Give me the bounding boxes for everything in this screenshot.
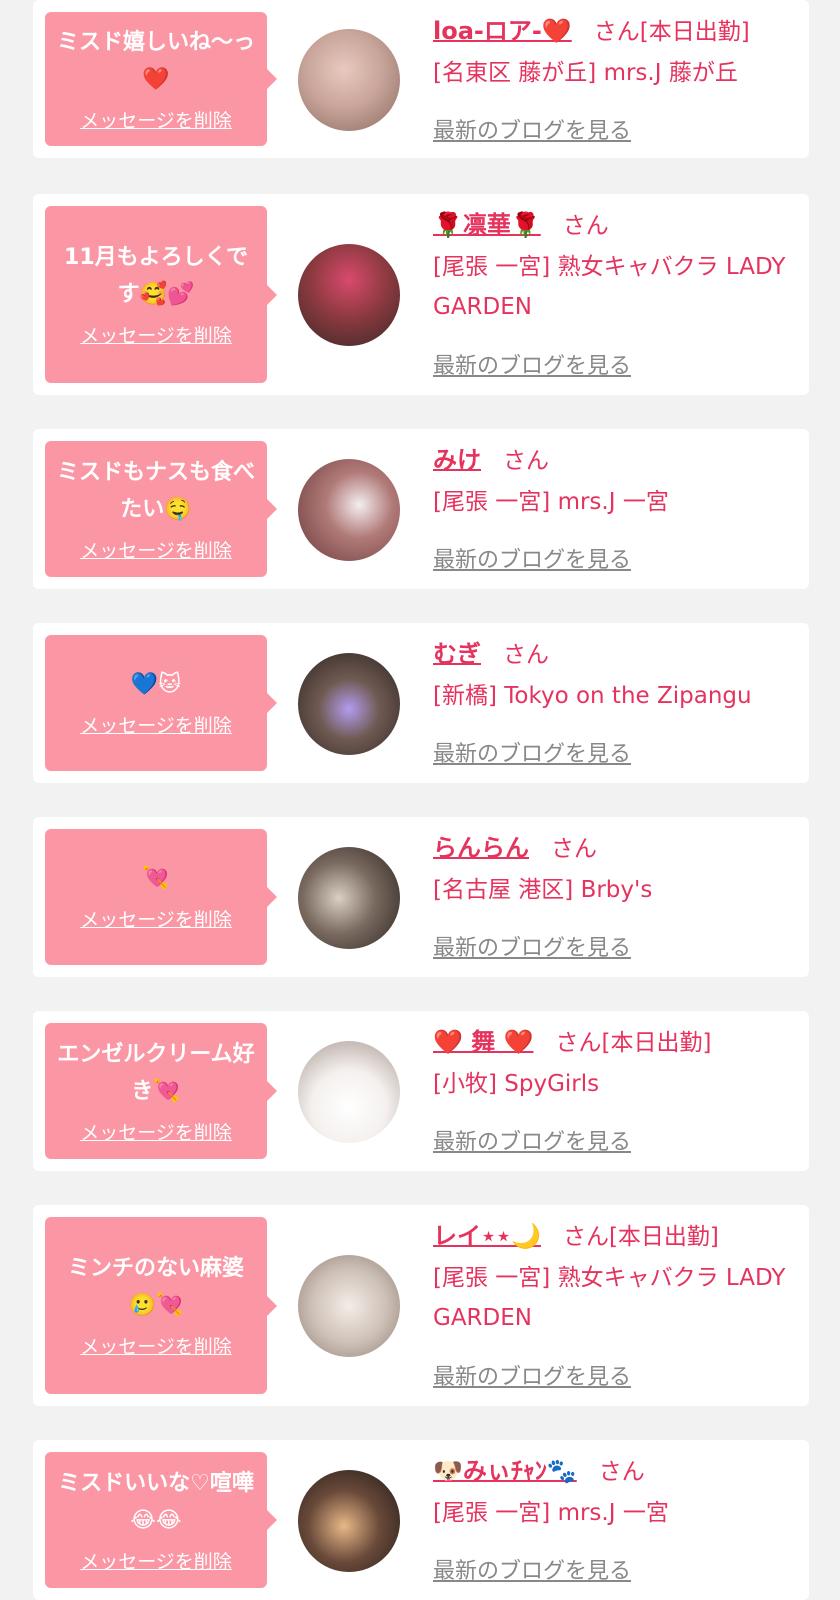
message-text: ミンチのない麻婆🥲💘 <box>67 1256 244 1318</box>
avatar[interactable] <box>298 653 400 755</box>
name-suffix: さん[本日出勤] <box>562 1224 719 1250</box>
delete-message-link[interactable]: メッセージを削除 <box>80 1332 232 1359</box>
name-suffix: さん <box>551 836 597 862</box>
avatar[interactable] <box>298 459 400 561</box>
profile-info: 🌹凛華🌹 さん [尾張 一宮] 熟女キャバクラ LADY GARDEN <box>433 204 789 327</box>
message-text: ミスドもナスも食べたい🤤 <box>56 459 255 522</box>
shop-info: [名古屋 港区] Brby's <box>433 877 653 903</box>
message-text: 11月もよろしくです🥰💕 <box>64 245 248 307</box>
latest-blog-link[interactable]: 最新のブログを見る <box>433 1124 631 1156</box>
profile-name-link[interactable]: 🐶みぃﾁｬﾝ🐾 <box>433 1457 577 1485</box>
message-bubble: ミンチのない麻婆🥲💘 メッセージを削除 <box>45 1217 277 1394</box>
profile-info: 🐶みぃﾁｬﾝ🐾 さん [尾張 一宮] mrs.J 一宮 <box>433 1450 789 1533</box>
message-bubble: 💘 メッセージを削除 <box>45 829 277 965</box>
shop-info: [尾張 一宮] mrs.J 一宮 <box>433 1500 669 1526</box>
message-text: エンゼルクリーム好き💘 <box>57 1041 255 1104</box>
message-bubble: ミスドいいな♡喧嘩😂😂 メッセージを削除 <box>45 1452 277 1588</box>
name-suffix: さん[本日出勤] <box>555 1030 712 1056</box>
list-item: ミスド嬉しいね〜っ❤️ メッセージを削除 loa-ロア-❤️ さん[本日出勤] [… <box>33 0 809 158</box>
name-suffix: さん <box>503 448 549 474</box>
message-text: 💘 <box>142 866 170 891</box>
message-text: 💙🐱 <box>130 672 182 697</box>
latest-blog-link[interactable]: 最新のブログを見る <box>433 1359 631 1391</box>
list-item: ミスドいいな♡喧嘩😂😂 メッセージを削除 🐶みぃﾁｬﾝ🐾 さん [尾張 一宮] m… <box>33 1440 809 1600</box>
profile-info: みけ さん [尾張 一宮] mrs.J 一宮 <box>433 439 789 522</box>
shop-info: [名東区 藤が丘] mrs.J 藤が丘 <box>433 60 738 86</box>
profile-info: レイ⋆⋆🌙 さん[本日出勤] [尾張 一宮] 熟女キャバクラ LADY GARDE… <box>433 1215 789 1338</box>
message-bubble: エンゼルクリーム好き💘 メッセージを削除 <box>45 1023 277 1159</box>
message-bubble: ミスド嬉しいね〜っ❤️ メッセージを削除 <box>45 12 277 146</box>
avatar[interactable] <box>298 1255 400 1357</box>
message-bubble: 11月もよろしくです🥰💕 メッセージを削除 <box>45 206 277 383</box>
list-item: エンゼルクリーム好き💘 メッセージを削除 ❤️ 舞 ❤️ さん[本日出勤] [小牧… <box>33 1011 809 1171</box>
profile-name-link[interactable]: ❤️ 舞 ❤️ <box>433 1028 533 1056</box>
name-line: レイ⋆⋆🌙 さん[本日出勤] <box>433 1215 789 1258</box>
delete-message-link[interactable]: メッセージを削除 <box>80 1547 232 1574</box>
profile-info: loa-ロア-❤️ さん[本日出勤] [名東区 藤が丘] mrs.J 藤が丘 <box>433 10 789 93</box>
name-line: 🌹凛華🌹 さん <box>433 204 789 247</box>
profile-name-link[interactable]: 🌹凛華🌹 <box>433 211 541 239</box>
name-line: ❤️ 舞 ❤️ さん[本日出勤] <box>433 1021 789 1064</box>
list-item: 💙🐱 メッセージを削除 むぎ さん [新橋] Tokyo on the Zipan… <box>33 623 809 783</box>
delete-message-link[interactable]: メッセージを削除 <box>80 905 232 932</box>
name-line: らんらん さん <box>433 827 789 870</box>
message-text: ミスドいいな♡喧嘩😂😂 <box>58 1470 254 1533</box>
latest-blog-link[interactable]: 最新のブログを見る <box>433 736 631 768</box>
avatar[interactable] <box>298 847 400 949</box>
latest-blog-link[interactable]: 最新のブログを見る <box>433 930 631 962</box>
delete-message-link[interactable]: メッセージを削除 <box>80 106 232 133</box>
profile-name-link[interactable]: らんらん <box>433 834 529 862</box>
name-suffix: さん <box>562 213 609 239</box>
message-bubble: ミスドもナスも食べたい🤤 メッセージを削除 <box>45 441 277 577</box>
profile-name-link[interactable]: loa-ロア-❤️ <box>433 17 572 45</box>
shop-info: [新橋] Tokyo on the Zipangu <box>433 683 752 709</box>
avatar[interactable] <box>298 29 400 131</box>
name-line: みけ さん <box>433 439 789 482</box>
delete-message-link[interactable]: メッセージを削除 <box>80 1118 232 1145</box>
profile-info: むぎ さん [新橋] Tokyo on the Zipangu <box>433 633 789 716</box>
name-line: 🐶みぃﾁｬﾝ🐾 さん <box>433 1450 789 1493</box>
avatar[interactable] <box>298 1041 400 1143</box>
latest-blog-link[interactable]: 最新のブログを見る <box>433 348 631 380</box>
message-text: ミスド嬉しいね〜っ❤️ <box>56 29 255 92</box>
name-line: むぎ さん <box>433 633 789 676</box>
avatar[interactable] <box>298 244 400 346</box>
profile-info: ❤️ 舞 ❤️ さん[本日出勤] [小牧] SpyGirls <box>433 1021 789 1104</box>
profile-name-link[interactable]: みけ <box>433 446 481 474</box>
name-line: loa-ロア-❤️ さん[本日出勤] <box>433 10 789 53</box>
list-item: 💘 メッセージを削除 らんらん さん [名古屋 港区] Brby's 最新のブログ… <box>33 817 809 977</box>
latest-blog-link[interactable]: 最新のブログを見る <box>433 1553 631 1585</box>
message-bubble: 💙🐱 メッセージを削除 <box>45 635 277 771</box>
list-item: ミンチのない麻婆🥲💘 メッセージを削除 レイ⋆⋆🌙 さん[本日出勤] [尾張 一宮… <box>33 1205 809 1406</box>
shop-info: [尾張 一宮] 熟女キャバクラ LADY GARDEN <box>433 1265 786 1331</box>
list-item: ミスドもナスも食べたい🤤 メッセージを削除 みけ さん [尾張 一宮] mrs.J… <box>33 429 809 589</box>
profile-info: らんらん さん [名古屋 港区] Brby's <box>433 827 789 910</box>
avatar[interactable] <box>298 1470 400 1572</box>
shop-info: [小牧] SpyGirls <box>433 1071 600 1097</box>
delete-message-link[interactable]: メッセージを削除 <box>80 711 232 738</box>
shop-info: [尾張 一宮] mrs.J 一宮 <box>433 489 669 515</box>
profile-name-link[interactable]: レイ⋆⋆🌙 <box>433 1222 541 1250</box>
delete-message-link[interactable]: メッセージを削除 <box>80 536 232 563</box>
favorites-list: ミスド嬉しいね〜っ❤️ メッセージを削除 loa-ロア-❤️ さん[本日出勤] [… <box>0 0 840 1600</box>
name-suffix: さん <box>598 1459 645 1485</box>
latest-blog-link[interactable]: 最新のブログを見る <box>433 113 631 145</box>
name-suffix: さん <box>503 642 549 668</box>
list-item: 11月もよろしくです🥰💕 メッセージを削除 🌹凛華🌹 さん [尾張 一宮] 熟女キ… <box>33 194 809 395</box>
shop-info: [尾張 一宮] 熟女キャバクラ LADY GARDEN <box>433 254 786 320</box>
name-suffix: さん[本日出勤] <box>593 19 750 45</box>
delete-message-link[interactable]: メッセージを削除 <box>80 321 232 348</box>
latest-blog-link[interactable]: 最新のブログを見る <box>433 542 631 574</box>
profile-name-link[interactable]: むぎ <box>433 640 481 668</box>
